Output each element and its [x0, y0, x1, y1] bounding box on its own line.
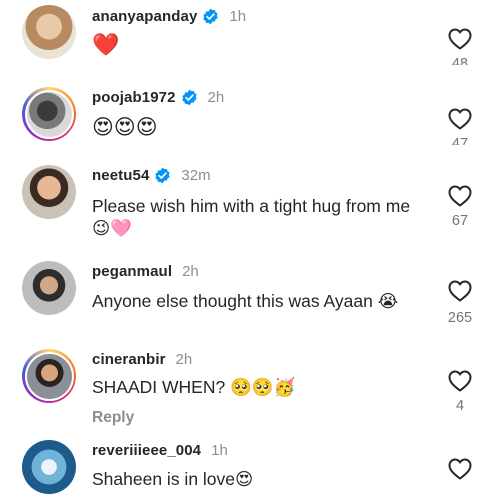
comment-text: 😍😍😍	[92, 115, 158, 139]
like-count: 47	[451, 136, 469, 145]
comment-item: reveriiieee_004 1h Shaheen is in love😍	[0, 436, 500, 500]
comment-text: Shaheen is in love😍	[92, 469, 254, 489]
heart-outline-icon	[448, 185, 472, 207]
comment-text: ❤️	[92, 32, 120, 57]
verified-badge-icon	[155, 167, 171, 184]
comment-item: poojab1972 2h 😍😍😍 47	[0, 80, 500, 160]
username[interactable]: neetu54	[92, 167, 149, 184]
verified-badge-icon	[181, 89, 197, 106]
timestamp: 1h	[211, 442, 228, 459]
timestamp: 2h	[182, 263, 199, 280]
username[interactable]: reveriiieee_004	[92, 442, 201, 459]
comment-item: neetu54 32m Please wish him with a tight…	[0, 160, 500, 252]
heart-outline-icon	[448, 108, 472, 130]
timestamp: 2h	[207, 89, 225, 106]
avatar[interactable]	[22, 440, 76, 494]
comment-item: peganmaul 2h Anyone else thought this wa…	[0, 252, 500, 344]
timestamp: 2h	[175, 351, 193, 368]
comment-item: ananyapanday 1h ❤️ 48	[0, 0, 500, 80]
like-button[interactable]: 265	[440, 280, 480, 326]
heart-outline-icon	[448, 370, 472, 392]
avatar[interactable]	[22, 87, 76, 141]
username[interactable]: peganmaul	[92, 263, 172, 280]
like-button[interactable]: 48	[440, 28, 480, 65]
username[interactable]: poojab1972	[92, 89, 176, 106]
comment-text: Anyone else thought this was Ayaan 😭	[92, 291, 399, 311]
avatar[interactable]	[22, 5, 76, 59]
avatar[interactable]	[22, 165, 76, 219]
heart-outline-icon	[448, 28, 472, 50]
like-count: 48	[451, 56, 469, 65]
reply-button[interactable]: Reply	[92, 409, 134, 427]
avatar[interactable]	[22, 261, 76, 315]
timestamp: 32m	[181, 167, 211, 184]
comment-item: cineranbir 2h SHAADI WHEN? 🥺🥺🥳 Reply 4	[0, 344, 500, 436]
like-count: 265	[447, 310, 473, 326]
like-count: 4	[455, 398, 465, 414]
heart-outline-icon	[448, 280, 472, 302]
username[interactable]: cineranbir	[92, 351, 166, 368]
verified-badge-icon	[203, 8, 219, 25]
timestamp: 1h	[229, 8, 247, 25]
comment-text: SHAADI WHEN? 🥺🥺🥳	[92, 377, 296, 397]
like-count: 67	[451, 213, 469, 229]
like-button[interactable]: 47	[440, 108, 480, 145]
heart-outline-icon	[448, 458, 472, 480]
like-button[interactable]: 4	[440, 370, 480, 414]
like-button[interactable]	[440, 458, 480, 480]
like-button[interactable]: 67	[440, 185, 480, 229]
avatar[interactable]	[22, 349, 76, 403]
username[interactable]: ananyapanday	[92, 8, 197, 25]
comment-text: Please wish him with a tight hug from me…	[92, 196, 411, 238]
